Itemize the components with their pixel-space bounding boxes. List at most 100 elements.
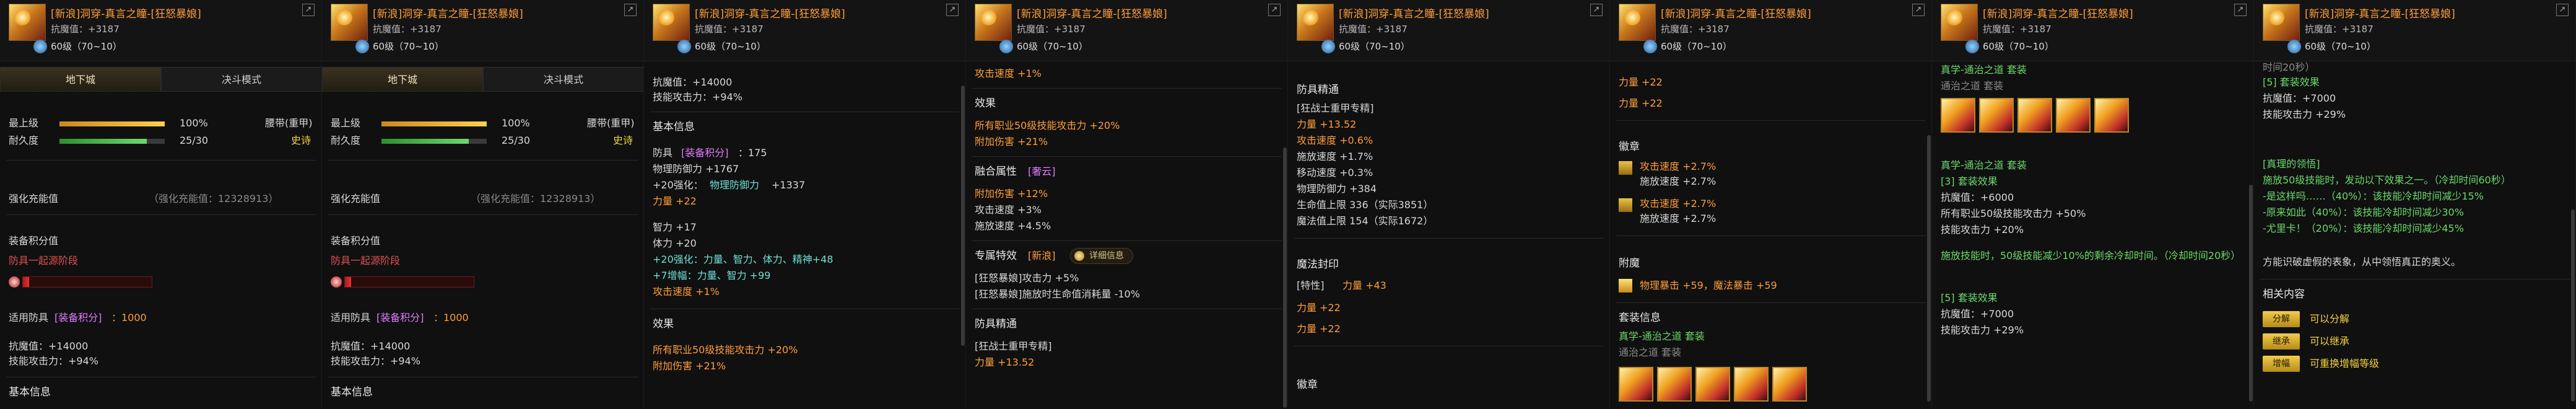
tab-pvp[interactable]: 决斗模式 xyxy=(483,67,643,92)
share-icon[interactable]: ↗ xyxy=(1912,4,1925,16)
set-piece-icon[interactable] xyxy=(2017,98,2052,133)
detail-info-button[interactable]: 详细信息 xyxy=(1070,248,1133,264)
applicable-armor: 适用防具 xyxy=(331,312,371,323)
armor-score-value: ：175 xyxy=(738,147,767,159)
item-icon xyxy=(1619,4,1656,41)
anti-magic: 抗魔值：+3187 xyxy=(1017,24,1086,35)
set-piece-icon[interactable] xyxy=(1619,367,1653,402)
tooltip-panel-7: [新浪]洞穿-真言之瞳-[狂怒暴娘] 抗魔值：+3187 60级（70~10） … xyxy=(1932,0,2254,409)
tab-dungeon[interactable]: 地下城 xyxy=(322,67,483,92)
emblem-title: 徽章 xyxy=(1619,141,1640,153)
anti-magic-total: 抗魔值：+14000 xyxy=(653,76,733,88)
enhance-value: +1337 xyxy=(772,179,806,191)
anti-magic: 抗魔值：+3187 xyxy=(1983,24,2052,35)
fusion-title: 融合属性 xyxy=(975,165,1017,178)
share-icon[interactable]: ↗ xyxy=(946,4,959,16)
anti-magic: 抗魔值：+3187 xyxy=(51,24,120,35)
effect-skill-damage: 所有职业50级技能攻击力 +20% xyxy=(653,344,798,356)
score-badge: [装备积分] xyxy=(376,312,424,323)
disassemble-desc: 可以分解 xyxy=(2310,313,2350,325)
item-header: [新浪]洞穿-真言之瞳-[狂怒暴娘] 抗魔值：+3187 60级（70~10） … xyxy=(1288,0,1609,61)
scrollbar[interactable] xyxy=(961,86,965,346)
tooltip-panel-1: [新浪]洞穿-真言之瞳-[狂怒暴娘] 抗魔值：+3187 60级（70~10） … xyxy=(0,0,322,409)
item-header: [新浪]洞穿-真言之瞳-[狂怒暴娘] 抗魔值：+3187 60级（70~10） … xyxy=(1610,0,1931,61)
enhance-charge-label: 强化充能值 xyxy=(9,193,59,205)
item-title: [新浪]洞穿-真言之瞳-[狂怒暴娘] xyxy=(1983,8,2133,20)
truth-insight-option-2: -原来如此（40%）：该技能冷却时间减少30% xyxy=(2263,206,2464,218)
level-icon xyxy=(1965,40,1979,53)
grade-percent: 100% xyxy=(502,117,530,129)
item-header: [新浪]洞穿-真言之瞳-[狂怒暴娘] 抗魔值：+3187 60级（70~10） … xyxy=(2254,0,2575,61)
share-icon[interactable]: ↗ xyxy=(302,4,315,16)
share-icon[interactable]: ↗ xyxy=(2556,4,2569,16)
set-bonus-anti-magic-5: 抗魔值：+7000 xyxy=(1941,308,2014,320)
skill-attack: 技能攻击力：+94% xyxy=(331,355,420,367)
armor-mastery-cast-speed: 施放速度 +1.7% xyxy=(1297,151,1373,162)
gear-stage-name: 防具一起源阶段 xyxy=(9,255,79,266)
armor-mastery-type: [狂战士重甲专精] xyxy=(1297,102,1374,114)
anti-magic: 抗魔值：+3187 xyxy=(1339,24,1408,35)
enchant-title: 附魔 xyxy=(1619,257,1640,270)
set-piece-icon[interactable] xyxy=(2094,98,2129,133)
share-icon[interactable]: ↗ xyxy=(624,4,637,16)
rarity-label: 史诗 xyxy=(613,134,633,146)
level-icon xyxy=(1643,40,1657,53)
gear-score-title: 装备积分值 xyxy=(331,235,381,247)
set-bonus-anti-magic: 抗魔值：+6000 xyxy=(1941,191,2014,203)
basic-info-title: 基本信息 xyxy=(331,386,373,398)
amplify-button[interactable]: 增幅 xyxy=(2263,356,2300,372)
set-bonus-5-title: [5] 套装效果 xyxy=(2263,76,2320,88)
phys-defense: 物理防御力 +1767 xyxy=(653,163,739,175)
emblem-icon xyxy=(1619,161,1632,175)
gear-score-title: 装备积分值 xyxy=(9,235,59,247)
share-icon[interactable]: ↗ xyxy=(1268,4,1281,16)
magic-seal-tag: [特性] xyxy=(1297,279,1325,291)
seal-str-2: 力量 +22 xyxy=(1619,97,1663,109)
item-icon xyxy=(975,4,1012,41)
tab-dungeon[interactable]: 地下城 xyxy=(0,67,161,92)
set-bonus-cast-effect: 施放技能时，50级技能减少10%的剩余冷却时间。（冷却时间20秒） xyxy=(1941,250,2241,262)
set-name: 真学-通治之道 套装 xyxy=(1941,64,2027,76)
armor-mastery-mp: 魔法值上限 154（实际1672） xyxy=(1297,215,1434,227)
anti-magic: 抗魔值：+3187 xyxy=(2305,24,2374,35)
set-bonus-skill-attack: 技能攻击力 +20% xyxy=(1941,224,2024,235)
disassemble-button[interactable]: 分解 xyxy=(2263,311,2300,327)
set-piece-icon[interactable] xyxy=(2056,98,2091,133)
scrollbar[interactable] xyxy=(1283,147,1287,408)
set-piece-icon[interactable] xyxy=(1979,98,2014,133)
gear-score-bar xyxy=(22,276,152,288)
grade-bar xyxy=(381,121,487,126)
grade-bar xyxy=(59,121,165,126)
set-piece-icon[interactable] xyxy=(1941,98,1975,133)
item-level: 60级（70~10） xyxy=(1661,41,1732,52)
flavor-text: 方能识破虚假的表象，从中领悟真正的奥义。 xyxy=(2263,256,2461,268)
share-icon[interactable]: ↗ xyxy=(1590,4,1603,16)
share-icon[interactable]: ↗ xyxy=(2234,4,2247,16)
tooltip-panel-2: [新浪]洞穿-真言之瞳-[狂怒暴娘] 抗魔值：+3187 60级（70~10） … xyxy=(322,0,644,409)
special-effect-tag: [新浪] xyxy=(1028,250,1056,262)
set-name: 真学-通治之道 套装 xyxy=(1619,330,1705,342)
anti-magic: 抗魔值：+3187 xyxy=(695,24,764,35)
armor-mastery-phys-def: 物理防御力 +384 xyxy=(1297,183,1377,195)
score-badge: [装备积分] xyxy=(54,312,102,323)
set-bonus-skill-50: 所有职业50级技能攻击力 +50% xyxy=(1941,208,2086,219)
item-level: 60级（70~10） xyxy=(1339,41,1410,52)
fusion-extra-damage: 附加伤害 +12% xyxy=(975,188,1048,200)
scrollbar[interactable] xyxy=(2249,185,2253,402)
tab-pvp[interactable]: 决斗模式 xyxy=(161,67,321,92)
set-piece-icon[interactable] xyxy=(1772,367,1807,402)
grade-label: 最上级 xyxy=(9,117,39,129)
fusion-cast-speed: 施放速度 +4.5% xyxy=(975,220,1051,232)
effect-title: 效果 xyxy=(653,318,674,330)
item-icon xyxy=(331,4,368,41)
level-icon xyxy=(33,40,47,53)
enhance-charge-value: （强化充能值：12328913） xyxy=(149,193,279,205)
set-piece-icon[interactable] xyxy=(1734,367,1769,402)
scrollbar[interactable] xyxy=(2571,209,2575,402)
item-header: [新浪]洞穿-真言之瞳-[狂怒暴娘] 抗魔值：+3187 60级（70~10） … xyxy=(1932,0,2253,61)
scrollbar[interactable] xyxy=(1927,135,1931,402)
inherit-button[interactable]: 继承 xyxy=(2263,333,2300,350)
slot-type: 腰带(重甲) xyxy=(265,117,313,129)
set-piece-icon[interactable] xyxy=(1695,367,1730,402)
set-piece-icon[interactable] xyxy=(1657,367,1692,402)
